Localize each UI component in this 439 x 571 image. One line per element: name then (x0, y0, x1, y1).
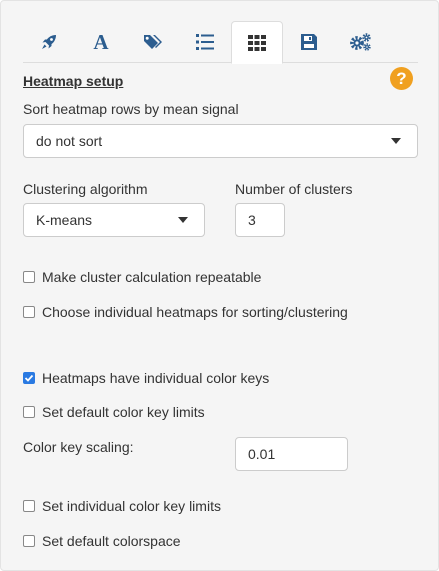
clustering-select[interactable]: K-means (23, 203, 205, 237)
checkbox[interactable] (23, 406, 35, 418)
tab-rocket[interactable] (23, 21, 75, 63)
individual-limits-checkbox[interactable]: Set individual color key limits (23, 498, 221, 514)
repeatable-label: Make cluster calculation repeatable (42, 269, 262, 285)
default-limits-label: Set default color key limits (42, 404, 205, 420)
sort-select[interactable]: do not sort (23, 124, 418, 158)
scaling-input[interactable] (235, 437, 348, 471)
checkbox[interactable] (23, 271, 35, 283)
individual-keys-checkbox[interactable]: Heatmaps have individual color keys (23, 370, 269, 386)
settings-panel: A Heatmap setup ? Sort heatmap rows by m… (0, 0, 439, 571)
default-colorspace-checkbox[interactable]: Set default colorspace (23, 533, 181, 549)
chevron-down-icon (391, 138, 401, 144)
section-title: Heatmap setup (23, 73, 124, 89)
default-limits-checkbox[interactable]: Set default color key limits (23, 404, 205, 420)
sort-select-value: do not sort (36, 133, 103, 149)
help-icon[interactable]: ? (390, 67, 413, 90)
clusters-input[interactable] (235, 203, 285, 237)
tags-icon (144, 35, 162, 49)
checkmark-icon (24, 374, 34, 382)
tab-bar: A (23, 21, 418, 64)
scaling-label: Color key scaling: (23, 439, 134, 455)
individual-limits-label: Set individual color key limits (42, 498, 221, 514)
tab-grid[interactable] (231, 21, 283, 64)
sort-label: Sort heatmap rows by mean signal (23, 101, 239, 117)
grid-icon (248, 34, 266, 51)
tab-tags[interactable] (127, 21, 179, 63)
gears-icon (350, 33, 371, 51)
clusters-label: Number of clusters (235, 181, 353, 197)
checkbox[interactable] (23, 535, 35, 547)
individual-heatmaps-checkbox[interactable]: Choose individual heatmaps for sorting/c… (23, 304, 348, 320)
default-colorspace-label: Set default colorspace (42, 533, 181, 549)
individual-keys-label: Heatmaps have individual color keys (42, 370, 270, 386)
checkbox-checked[interactable] (23, 372, 35, 384)
repeatable-checkbox[interactable]: Make cluster calculation repeatable (23, 269, 261, 285)
clustering-label: Clustering algorithm (23, 181, 148, 197)
save-icon (301, 34, 317, 50)
checkbox[interactable] (23, 306, 35, 318)
tab-font[interactable]: A (75, 21, 127, 63)
rocket-icon (42, 35, 56, 49)
tab-advanced[interactable] (335, 21, 387, 63)
tab-save[interactable] (283, 21, 335, 63)
individual-heatmaps-label: Choose individual heatmaps for sorting/c… (42, 304, 348, 320)
font-icon: A (93, 29, 109, 54)
list-ordered-icon (196, 34, 214, 50)
clustering-select-value: K-means (36, 212, 93, 228)
chevron-down-icon (178, 217, 188, 223)
checkbox[interactable] (23, 500, 35, 512)
tab-list[interactable] (179, 21, 231, 63)
